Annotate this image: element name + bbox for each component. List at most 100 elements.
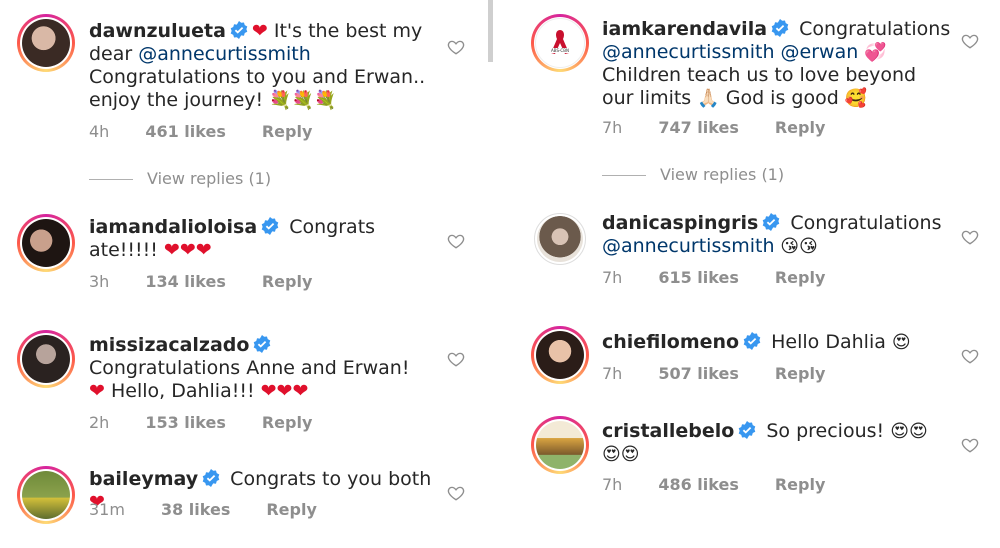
scroll-divider — [488, 0, 493, 62]
mention-link[interactable]: @annecurtissmith — [602, 235, 775, 257]
comment-meta: 3h 134 likes Reply — [89, 272, 348, 291]
verified-badge-icon — [230, 21, 248, 39]
verified-badge-icon — [254, 335, 271, 353]
ribbon-logo-icon: ABS-CBN — [546, 30, 574, 54]
reply-button[interactable]: Reply — [262, 272, 313, 291]
avatar[interactable] — [17, 330, 75, 388]
avatar-photo — [537, 216, 583, 262]
avatar-photo — [536, 331, 584, 379]
heart-outline-icon[interactable] — [961, 347, 979, 365]
verified-badge-icon — [763, 213, 780, 231]
likes-count[interactable]: 38 likes — [161, 500, 230, 519]
likes-count[interactable]: 507 likes — [658, 364, 739, 383]
heart-outline-icon[interactable] — [961, 228, 979, 246]
verified-badge-icon — [743, 332, 761, 350]
avatar-photo: ABS-CBN — [535, 18, 585, 68]
likes-count[interactable]: 747 likes — [658, 118, 739, 137]
timestamp: 2h — [89, 413, 110, 432]
username-link[interactable]: dawnzulueta — [89, 20, 226, 42]
avatar[interactable]: ABS-CBN — [531, 14, 589, 72]
comment-text: chiefilomeno Hello Dahlia 😍 — [602, 331, 911, 353]
username-link[interactable]: iamandalioloisa — [89, 216, 257, 238]
avatar-photo — [536, 421, 584, 469]
comment-meta: 7h 507 likes Reply — [602, 364, 861, 383]
heart-outline-icon[interactable] — [961, 32, 979, 50]
replies-line — [89, 179, 133, 180]
avatar-photo — [22, 335, 70, 383]
timestamp: 31m — [89, 500, 125, 519]
comment-text: danicaspingris Congratulations @annecurt… — [602, 212, 942, 257]
reply-button[interactable]: Reply — [266, 500, 317, 519]
heart-outline-icon[interactable] — [447, 232, 465, 250]
heart-eyes-emoji: 😍 — [891, 332, 911, 353]
likes-count[interactable]: 486 likes — [658, 475, 739, 494]
timestamp: 7h — [602, 268, 623, 287]
reply-button[interactable]: Reply — [775, 268, 826, 287]
timestamp: 3h — [89, 272, 110, 291]
comment-text: dawnzulueta ❤ It's the best my dear @anne… — [89, 20, 426, 111]
avatar-photo — [22, 19, 70, 67]
hearts-emoji: 💞 — [858, 42, 887, 63]
verified-badge-icon — [202, 469, 220, 487]
comment-text: cristallebelo So precious! 😍😍😍😍 — [602, 420, 928, 465]
heart-outline-icon[interactable] — [447, 350, 465, 368]
username-link[interactable]: missizacalzado — [89, 334, 249, 356]
verified-badge-icon — [739, 421, 756, 439]
comment-text: iamkarendavila Congratulations @annecurt… — [602, 18, 951, 109]
heart-emoji: ❤❤❤ — [260, 380, 309, 402]
mention-link[interactable]: @annecurtissmith @erwan — [602, 41, 858, 63]
comment-text: iamandalioloisa Congrats ate!!!!! ❤❤❤ — [89, 216, 376, 261]
smiling-hearts-emoji: 🥰 — [844, 88, 868, 109]
reply-button[interactable]: Reply — [775, 364, 826, 383]
view-replies-button[interactable]: View replies (1) — [89, 169, 271, 188]
username-link[interactable]: iamkarendavila — [602, 18, 767, 40]
avatar[interactable] — [17, 214, 75, 272]
heart-emoji: ❤ — [251, 20, 268, 42]
heart-emoji: ❤ — [89, 380, 105, 402]
comment-meta: 7h 486 likes Reply — [602, 475, 861, 494]
comment-meta: 7h 615 likes Reply — [602, 268, 861, 287]
likes-count[interactable]: 615 likes — [658, 268, 739, 287]
avatar[interactable] — [17, 14, 75, 72]
timestamp: 7h — [602, 364, 623, 383]
avatar[interactable] — [17, 466, 75, 524]
likes-count[interactable]: 153 likes — [145, 413, 226, 432]
reply-button[interactable]: Reply — [775, 118, 826, 137]
comments-column-left: dawnzulueta ❤ It's the best my dear @anne… — [0, 0, 488, 548]
comment-meta: 31m 38 likes Reply — [89, 500, 353, 519]
avatar[interactable] — [531, 326, 589, 384]
pray-emoji: 🙏🏻 — [697, 88, 720, 109]
comment-meta: 4h 461 likes Reply — [89, 122, 348, 141]
username-link[interactable]: chiefilomeno — [602, 331, 739, 353]
bouquet-emoji: 💐💐💐 — [269, 90, 337, 111]
comment-meta: 7h 747 likes Reply — [602, 118, 861, 137]
avatar[interactable] — [534, 213, 586, 265]
avatar-photo — [22, 471, 70, 519]
timestamp: 4h — [89, 122, 110, 141]
reply-button[interactable]: Reply — [262, 413, 313, 432]
replies-line — [602, 175, 646, 176]
likes-count[interactable]: 134 likes — [145, 272, 226, 291]
timestamp: 7h — [602, 475, 623, 494]
comments-column-right: ABS-CBN iamkarendavila Congratulations @… — [500, 0, 1000, 548]
likes-count[interactable]: 461 likes — [145, 122, 226, 141]
reply-button[interactable]: Reply — [775, 475, 826, 494]
heart-emoji: ❤❤❤ — [163, 239, 212, 261]
avatar-photo — [22, 219, 70, 267]
avatar[interactable] — [531, 416, 589, 474]
timestamp: 7h — [602, 118, 623, 137]
view-replies-button[interactable]: View replies (1) — [602, 165, 784, 184]
username-link[interactable]: cristallebelo — [602, 420, 734, 442]
mention-link[interactable]: @annecurtissmith — [138, 43, 311, 65]
heart-outline-icon[interactable] — [447, 484, 465, 502]
heart-outline-icon[interactable] — [961, 436, 979, 454]
kiss-emoji: 😘😘 — [774, 236, 818, 257]
comment-meta: 2h 153 likes Reply — [89, 413, 348, 432]
username-link[interactable]: danicaspingris — [602, 212, 758, 234]
username-link[interactable]: baileymay — [89, 468, 198, 490]
comment-text: missizacalzado Congratulations Anne and … — [89, 334, 410, 402]
reply-button[interactable]: Reply — [262, 122, 313, 141]
heart-outline-icon[interactable] — [447, 38, 465, 56]
svg-text:ABS-CBN: ABS-CBN — [551, 48, 569, 53]
verified-badge-icon — [771, 19, 789, 37]
